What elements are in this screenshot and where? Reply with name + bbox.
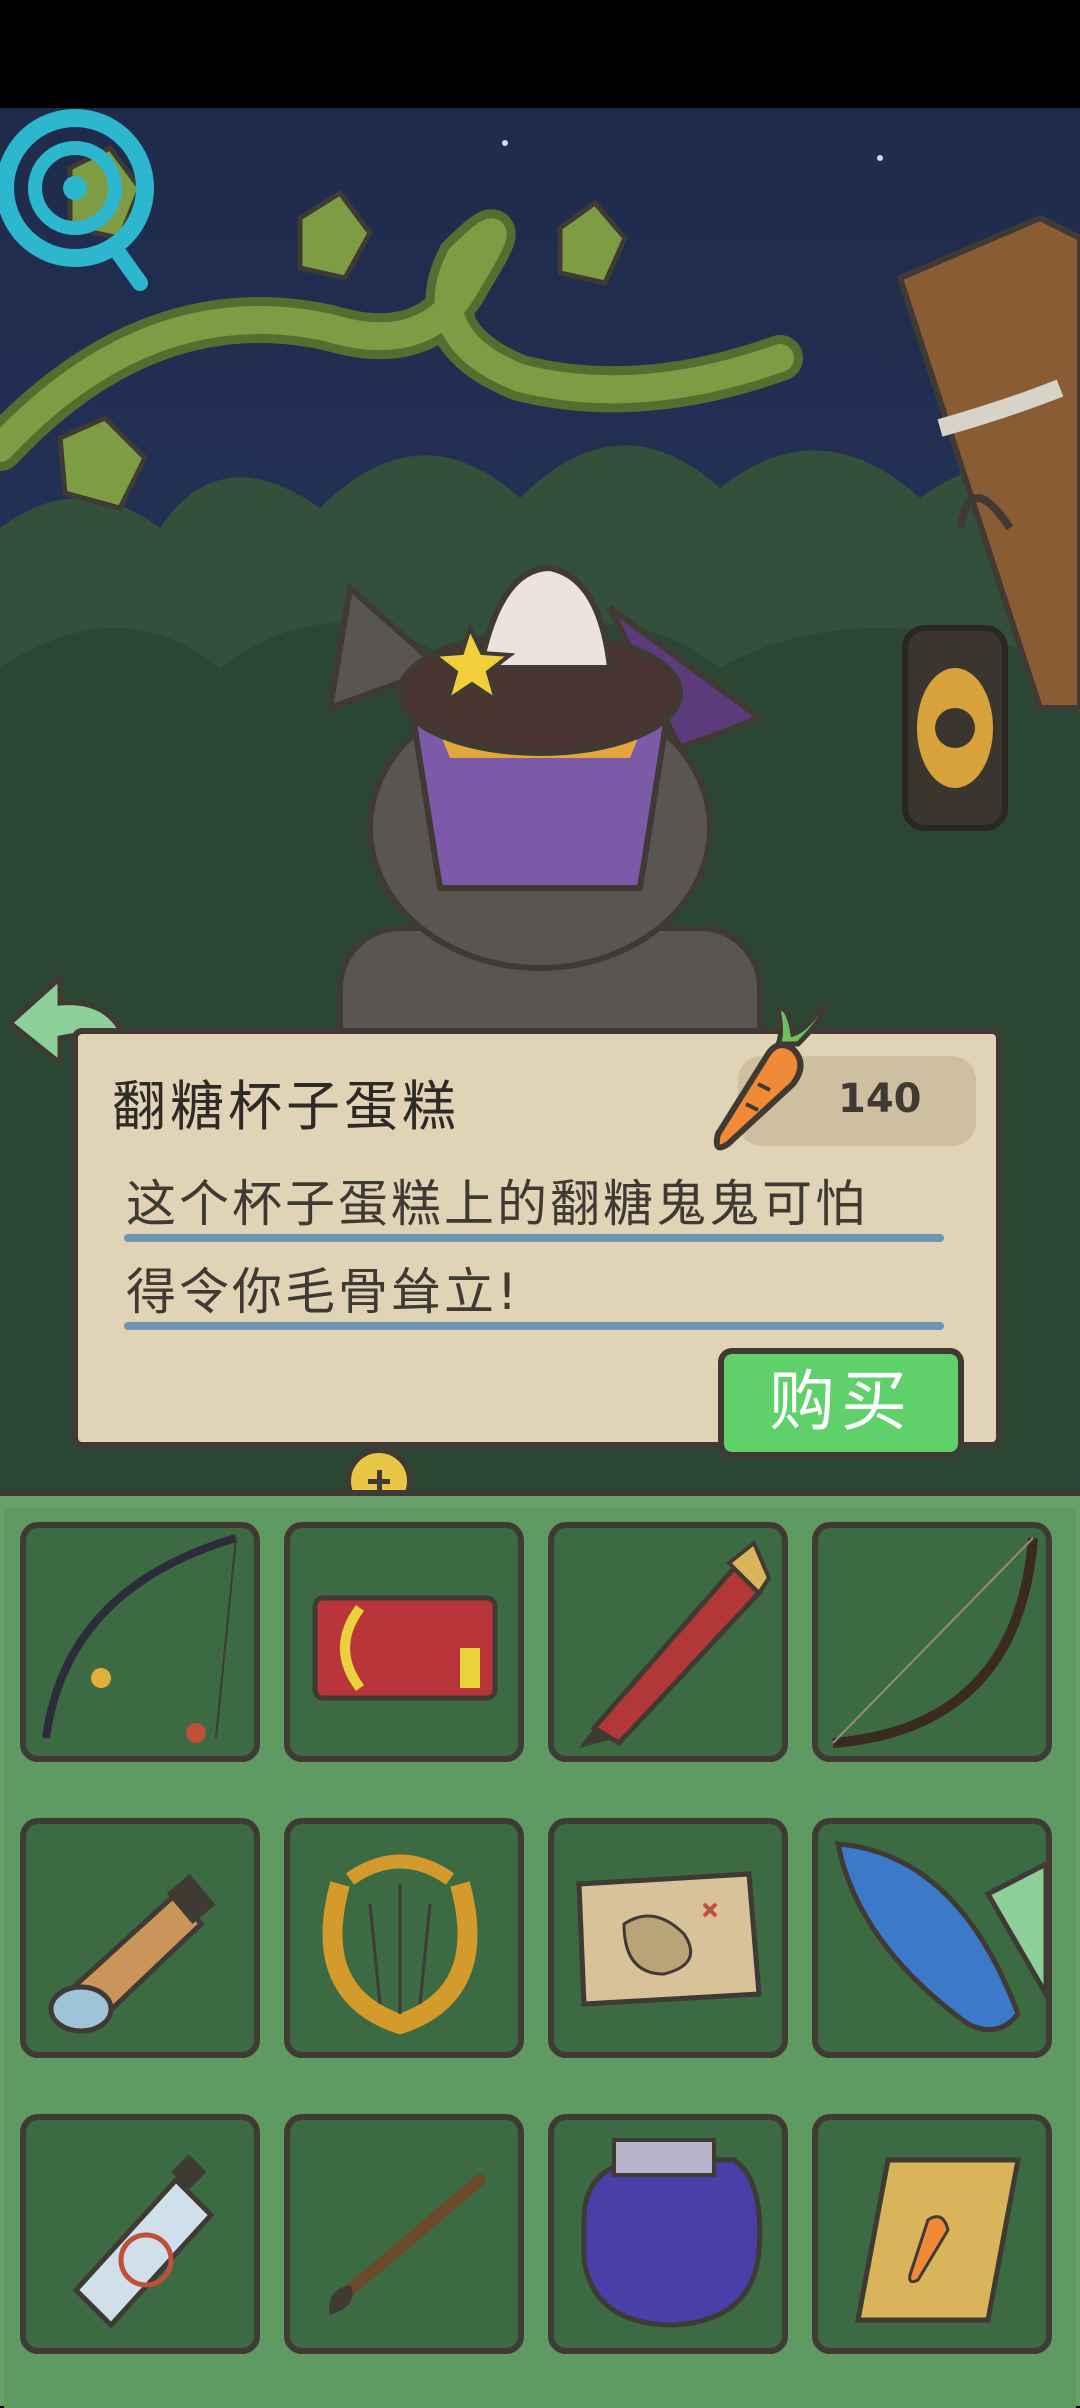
pen-icon [579,1539,772,1748]
carrot-icon [713,1004,827,1151]
inventory-slot-12[interactable] [812,2114,1052,2354]
inventory-slot-10[interactable] [284,2114,524,2354]
buy-button[interactable]: 购买 [718,1348,964,1458]
fishing-rod-icon [42,1534,238,1743]
inventory-slot-8[interactable] [812,1818,1052,2058]
description-underline [124,1322,944,1330]
inventory-grid [4,1508,1076,2408]
spray-can-icon [72,2154,215,2329]
inventory-slot-9[interactable] [20,2114,260,2354]
description-underline [124,1234,944,1242]
inventory-slot-3[interactable] [548,1522,788,1762]
item-name: 翻糖杯子蛋糕 [112,1075,460,1138]
bow-icon [832,1537,1038,1748]
inventory-slot-5[interactable] [20,1818,260,2058]
carrot-book-icon [854,2157,1022,2323]
treasure-map-icon [576,1871,762,2007]
inventory-slot-2[interactable] [284,1522,524,1762]
paintbrush-icon [329,2174,486,2315]
ticket-card-icon [312,1595,498,1701]
item-description-line1: 这个杯子蛋糕上的翻糖鬼鬼可怕 [126,1175,868,1233]
status-bar [0,0,1080,108]
inventory-slot-4[interactable] [812,1522,1052,1762]
inventory-panel [0,1490,1080,2408]
inventory-slot-6[interactable] [284,1818,524,2058]
item-info-panel: 翻糖杯子蛋糕 140 这个杯子蛋糕上的翻糖鬼鬼可怕 得令你毛骨耸立! 购买 [72,1004,1002,1458]
inventory-slot-1[interactable] [20,1522,260,1762]
lollipop-icon[interactable] [0,108,170,408]
surfboard-icon [834,1841,1046,2033]
telescope-icon [48,1874,216,2034]
item-description-line2: 得令你毛骨耸立! [126,1263,521,1321]
item-price: 140 [838,1076,922,1122]
lyre-icon [322,1854,478,2035]
inventory-slot-11[interactable] [548,2114,788,2354]
inventory-slot-7[interactable] [548,1818,788,2058]
boxing-glove-icon [581,2138,763,2328]
